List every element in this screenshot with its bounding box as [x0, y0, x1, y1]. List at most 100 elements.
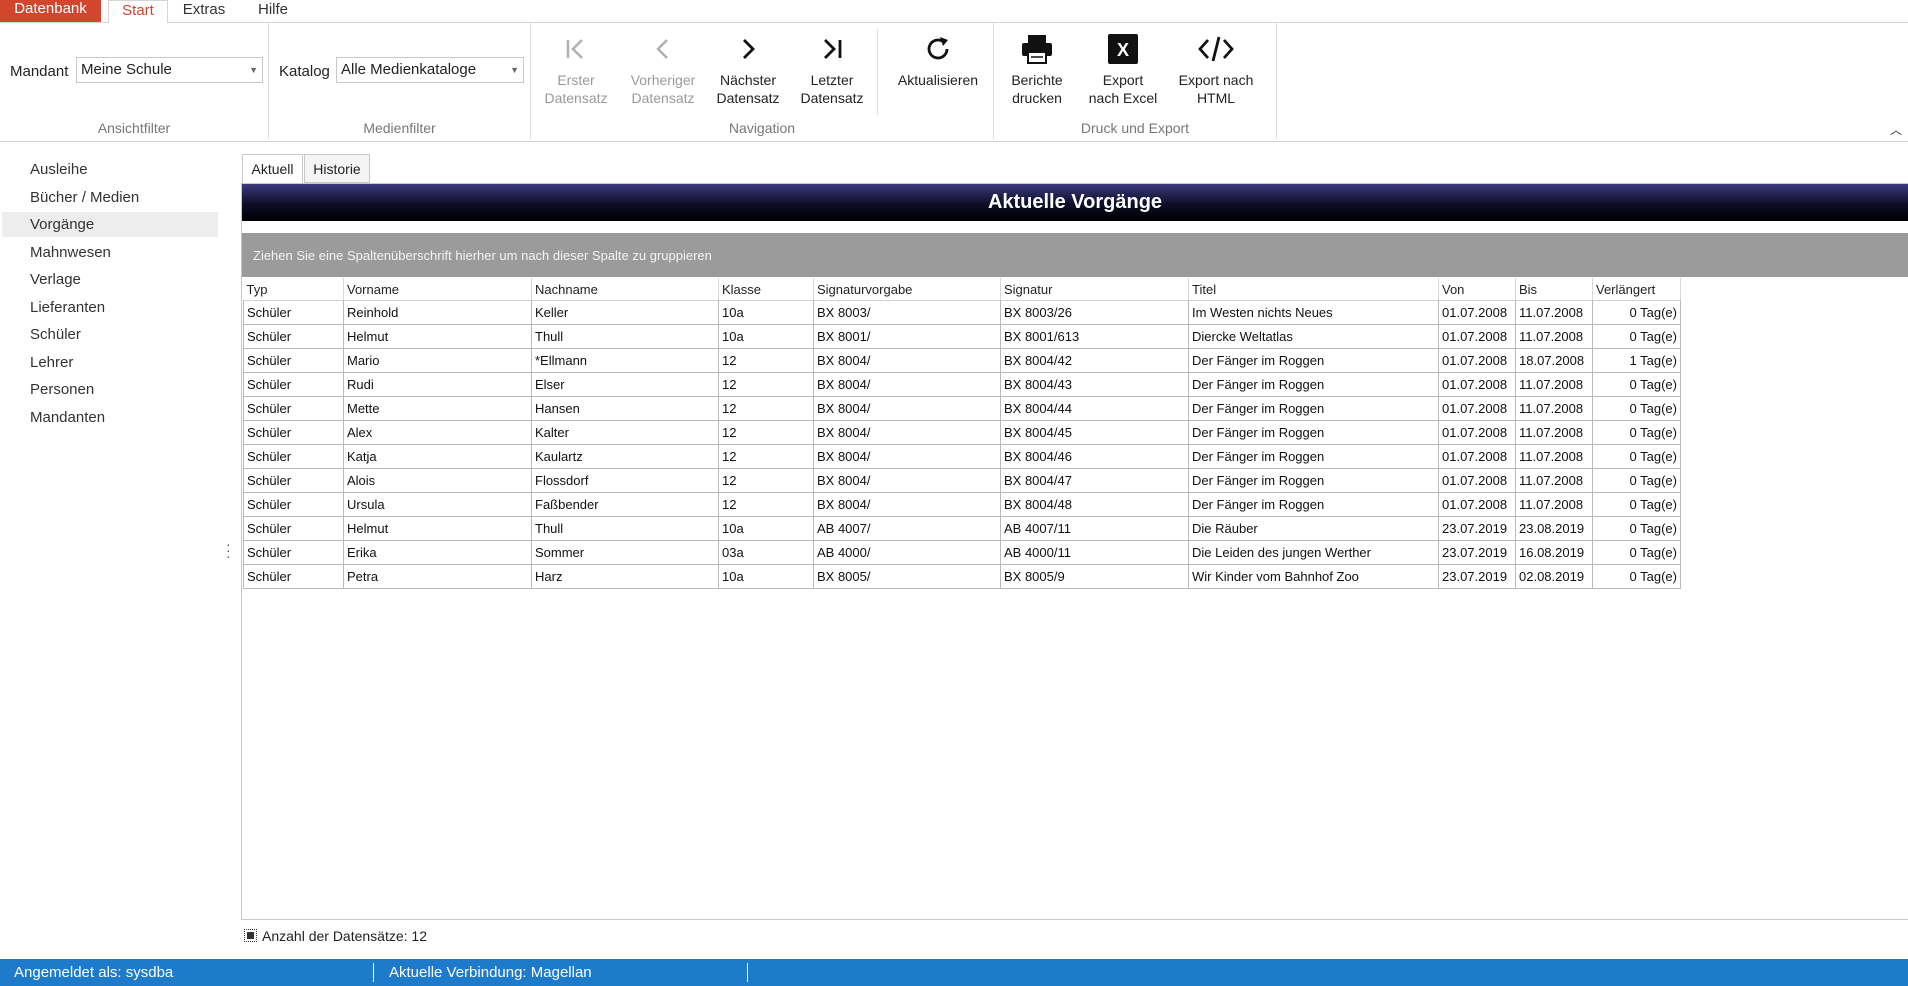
cell-signatur[interactable]: BX 8004/43 [1000, 372, 1189, 397]
cell-titel[interactable]: Die Räuber [1188, 516, 1439, 541]
table-row[interactable]: Schüler Reinhold Keller 10a BX 8003/BX 8003/… [243, 300, 1681, 325]
tab-start[interactable]: Start [108, 0, 168, 25]
cell-bis[interactable]: 11.07.2008 [1515, 420, 1593, 445]
cell-vorname[interactable]: Erika [343, 540, 532, 565]
cell-nachname[interactable]: Elser [531, 372, 719, 397]
cell-vorname[interactable]: Helmut [343, 324, 532, 349]
sidebar-item-buecher-medien[interactable]: Bücher / Medien [2, 185, 218, 210]
cell-titel[interactable]: Die Leiden des jungen Werther [1188, 540, 1439, 565]
cell-klasse[interactable]: 12 [718, 444, 814, 469]
cell-nachname[interactable]: *Ellmann [531, 348, 719, 373]
cell-verlaengert[interactable]: 0 Tag(e) [1592, 516, 1681, 541]
cell-nachname[interactable]: Keller [531, 300, 719, 325]
column-header-bis[interactable]: Bis [1515, 278, 1593, 301]
cell-titel[interactable]: Der Fänger im Roggen [1188, 396, 1439, 421]
column-header-typ[interactable]: Typ [243, 278, 344, 301]
table-row[interactable]: Schüler Ursula Faßbender 12 BX 8004/BX 8004/… [243, 492, 1681, 517]
column-header-klasse[interactable]: Klasse [718, 278, 814, 301]
cell-bis[interactable]: 11.07.2008 [1515, 396, 1593, 421]
sidebar-item-mahnwesen[interactable]: Mahnwesen [2, 240, 218, 265]
cell-bis[interactable]: 02.08.2019 [1515, 564, 1593, 589]
cell-bis[interactable]: 11.07.2008 [1515, 300, 1593, 325]
cell-nachname[interactable]: Thull [531, 516, 719, 541]
cell-klasse[interactable]: 03a [718, 540, 814, 565]
cell-signaturvorgabe[interactable]: AB 4000/ [813, 540, 1001, 565]
cell-verlaengert[interactable]: 1 Tag(e) [1592, 348, 1681, 373]
splitter-handle[interactable]: · · · [226, 537, 231, 563]
cell-nachname[interactable]: Thull [531, 324, 719, 349]
cell-signaturvorgabe[interactable]: BX 8004/ [813, 396, 1001, 421]
cell-typ[interactable]: Schüler [243, 396, 344, 421]
tab-historie[interactable]: Historie [304, 154, 370, 183]
cell-vorname[interactable]: Mette [343, 396, 532, 421]
cell-signatur[interactable]: BX 8004/45 [1000, 420, 1189, 445]
column-header-titel[interactable]: Titel [1188, 278, 1439, 301]
cell-typ[interactable]: Schüler [243, 372, 344, 397]
export-html-button[interactable]: Export nach HTML [1166, 29, 1266, 107]
cell-signatur[interactable]: BX 8004/42 [1000, 348, 1189, 373]
cell-vorname[interactable]: Rudi [343, 372, 532, 397]
cell-nachname[interactable]: Faßbender [531, 492, 719, 517]
cell-klasse[interactable]: 12 [718, 348, 814, 373]
cell-von[interactable]: 23.07.2019 [1438, 516, 1516, 541]
cell-titel[interactable]: Wir Kinder vom Bahnhof Zoo [1188, 564, 1439, 589]
cell-signatur[interactable]: BX 8004/47 [1000, 468, 1189, 493]
column-header-von[interactable]: Von [1438, 278, 1516, 301]
cell-signatur[interactable]: AB 4000/11 [1000, 540, 1189, 565]
cell-nachname[interactable]: Kaulartz [531, 444, 719, 469]
cell-typ[interactable]: Schüler [243, 444, 344, 469]
refresh-button[interactable]: Aktualisieren [883, 29, 993, 89]
cell-typ[interactable]: Schüler [243, 516, 344, 541]
cell-vorname[interactable]: Ursula [343, 492, 532, 517]
sidebar-item-verlage[interactable]: Verlage [2, 267, 218, 292]
last-record-button[interactable]: Letzter Datensatz [787, 29, 877, 107]
cell-signatur[interactable]: BX 8005/9 [1000, 564, 1189, 589]
cell-klasse[interactable]: 12 [718, 372, 814, 397]
cell-titel[interactable]: Der Fänger im Roggen [1188, 372, 1439, 397]
next-record-button[interactable]: Nächster Datensatz [703, 29, 793, 107]
column-header-signaturvorgabe[interactable]: Signaturvorgabe [813, 278, 1001, 301]
cell-verlaengert[interactable]: 0 Tag(e) [1592, 540, 1681, 565]
cell-typ[interactable]: Schüler [243, 324, 344, 349]
cell-verlaengert[interactable]: 0 Tag(e) [1592, 300, 1681, 325]
column-header-nachname[interactable]: Nachname [531, 278, 719, 301]
cell-klasse[interactable]: 12 [718, 492, 814, 517]
cell-vorname[interactable]: Reinhold [343, 300, 532, 325]
cell-signatur[interactable]: BX 8004/46 [1000, 444, 1189, 469]
cell-vorname[interactable]: Katja [343, 444, 532, 469]
cell-nachname[interactable]: Hansen [531, 396, 719, 421]
cell-signaturvorgabe[interactable]: BX 8005/ [813, 564, 1001, 589]
tab-datenbank[interactable]: Datenbank [0, 0, 101, 22]
cell-titel[interactable]: Der Fänger im Roggen [1188, 444, 1439, 469]
cell-signaturvorgabe[interactable]: BX 8003/ [813, 300, 1001, 325]
cell-signaturvorgabe[interactable]: BX 8004/ [813, 420, 1001, 445]
cell-von[interactable]: 01.07.2008 [1438, 468, 1516, 493]
cell-signaturvorgabe[interactable]: BX 8004/ [813, 492, 1001, 517]
sidebar-item-schueler[interactable]: Schüler [2, 322, 218, 347]
cell-nachname[interactable]: Kalter [531, 420, 719, 445]
cell-von[interactable]: 23.07.2019 [1438, 564, 1516, 589]
cell-titel[interactable]: Der Fänger im Roggen [1188, 420, 1439, 445]
cell-von[interactable]: 01.07.2008 [1438, 348, 1516, 373]
cell-nachname[interactable]: Sommer [531, 540, 719, 565]
cell-bis[interactable]: 11.07.2008 [1515, 372, 1593, 397]
cell-typ[interactable]: Schüler [243, 564, 344, 589]
table-row[interactable]: Schüler Rudi Elser 12 BX 8004/BX 8004/43 Der … [243, 372, 1681, 397]
cell-bis[interactable]: 23.08.2019 [1515, 516, 1593, 541]
table-row[interactable]: Schüler Alex Kalter 12 BX 8004/BX 8004/45 Der… [243, 420, 1681, 445]
cell-typ[interactable]: Schüler [243, 540, 344, 565]
cell-signatur[interactable]: BX 8003/26 [1000, 300, 1189, 325]
cell-titel[interactable]: Der Fänger im Roggen [1188, 492, 1439, 517]
table-row[interactable]: Schüler Erika Sommer 03a AB 4000/AB 4000/11 D… [243, 540, 1681, 565]
cell-klasse[interactable]: 10a [718, 564, 814, 589]
sidebar-item-lehrer[interactable]: Lehrer [2, 350, 218, 375]
sidebar-item-lieferanten[interactable]: Lieferanten [2, 295, 218, 320]
cell-verlaengert[interactable]: 0 Tag(e) [1592, 492, 1681, 517]
cell-typ[interactable]: Schüler [243, 492, 344, 517]
cell-titel[interactable]: Im Westen nichts Neues [1188, 300, 1439, 325]
cell-von[interactable]: 01.07.2008 [1438, 420, 1516, 445]
cell-von[interactable]: 01.07.2008 [1438, 492, 1516, 517]
cell-vorname[interactable]: Alex [343, 420, 532, 445]
cell-signaturvorgabe[interactable]: BX 8004/ [813, 444, 1001, 469]
cell-klasse[interactable]: 12 [718, 420, 814, 445]
